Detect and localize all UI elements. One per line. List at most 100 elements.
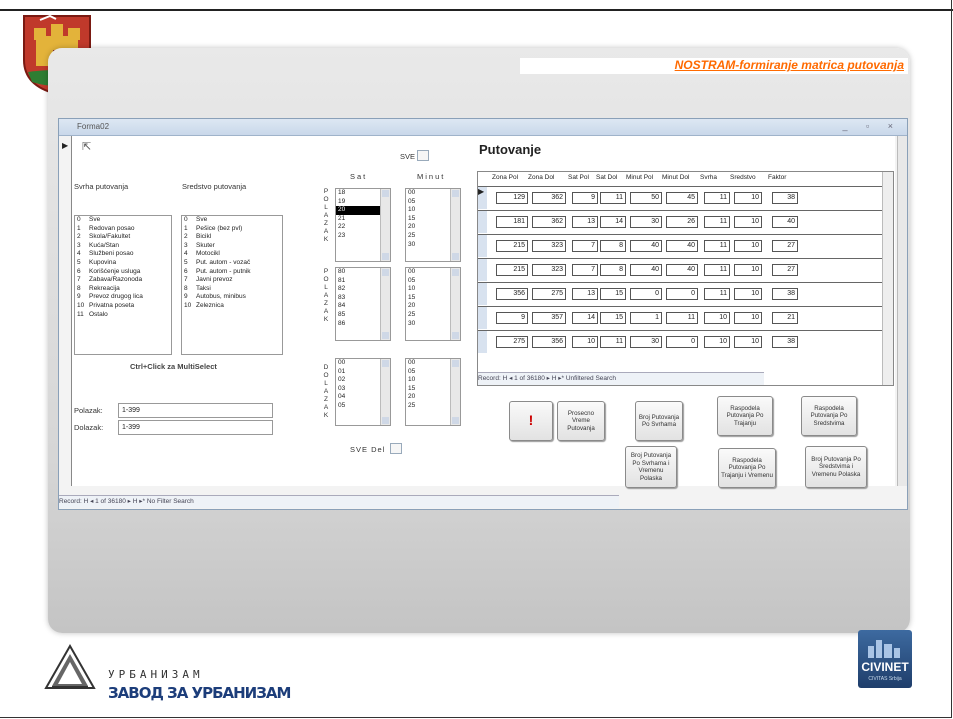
table-cell[interactable]: 13 <box>572 216 598 228</box>
table-cell[interactable]: 11 <box>666 312 698 324</box>
table-cell[interactable]: 9 <box>572 192 598 204</box>
sredstvo-listbox[interactable]: 0 Sve 1 Pešice (bez pvl) 2 Bicikl 3 Skuter 4 Moto… <box>181 215 283 355</box>
table-row[interactable]: 275 356 10 11 30 0 10 10 38 <box>478 330 883 353</box>
table-cell[interactable]: 323 <box>532 264 566 276</box>
row-selector[interactable]: ▶ <box>478 187 487 209</box>
raspodela-trajanju-button[interactable]: Raspodela Putovanja Po Trajanju <box>717 396 773 436</box>
svrha-listbox[interactable]: 0 Sve 1 Redovan posao 2 Škola/Fakultet 3 Kuća/S… <box>74 215 172 355</box>
list-item[interactable]: 7 Zabava/Razonoda <box>75 276 171 285</box>
table-cell[interactable]: 45 <box>666 192 698 204</box>
datasheet-record-nav[interactable]: Record: H ◂ 1 of 36180 ▸ H ▸* Unfiltered… <box>478 372 764 385</box>
list-item[interactable]: 2 Bicikl <box>182 233 282 242</box>
listbox-scrollbar[interactable] <box>450 189 460 261</box>
table-cell[interactable]: 7 <box>572 240 598 252</box>
table-cell[interactable]: 11 <box>704 240 730 252</box>
table-cell[interactable]: 0 <box>666 336 698 348</box>
table-cell[interactable]: 10 <box>734 264 762 276</box>
list-item[interactable]: 11 Ostalo <box>75 311 171 320</box>
column-header[interactable]: Svrha <box>700 174 717 181</box>
list-item[interactable]: 5 Put. autom - vozač <box>182 259 282 268</box>
table-cell[interactable]: 40 <box>666 264 698 276</box>
table-cell[interactable]: 215 <box>496 264 528 276</box>
table-cell[interactable]: 362 <box>532 216 566 228</box>
table-cell[interactable]: 10 <box>704 336 730 348</box>
list-item[interactable]: 2 Škola/Fakultet <box>75 233 171 242</box>
row-selector[interactable] <box>478 331 487 353</box>
broj-svrhama-vreme-button[interactable]: Broj Putovanja Po Svrhama i Vremenu Pola… <box>625 446 677 488</box>
sat-pol-listbox[interactable]: 18 19 20 21 22 23 <box>335 188 391 262</box>
row-selector[interactable] <box>478 259 487 281</box>
table-cell[interactable]: 0 <box>630 288 662 300</box>
table-row[interactable]: 356 275 13 15 0 0 11 10 38 <box>478 282 883 305</box>
table-row[interactable]: 215 323 7 8 40 40 11 10 27 <box>478 234 883 257</box>
list-item[interactable]: 9 Autobus, minibus <box>182 293 282 302</box>
column-header[interactable]: Faktor <box>768 174 786 181</box>
list-item[interactable]: 1 Pešice (bez pvl) <box>182 225 282 234</box>
row-selector[interactable] <box>478 235 487 257</box>
column-header[interactable]: Zona Pol <box>492 174 518 181</box>
list-item[interactable]: 1 Redovan posao <box>75 225 171 234</box>
column-header[interactable]: Minut Dol <box>662 174 689 181</box>
listbox-scrollbar[interactable] <box>380 268 390 340</box>
table-cell[interactable]: 50 <box>630 192 662 204</box>
slide-title[interactable]: NOSTRAM-formiranje matrica putovanja <box>675 58 904 72</box>
row-selector[interactable] <box>478 307 487 329</box>
row-selector[interactable] <box>478 283 487 305</box>
table-cell[interactable]: 323 <box>532 240 566 252</box>
table-cell[interactable]: 15 <box>600 312 626 324</box>
table-cell[interactable]: 14 <box>572 312 598 324</box>
table-cell[interactable]: 10 <box>734 192 762 204</box>
list-item[interactable]: 9 Prevoz drugog lica <box>75 293 171 302</box>
table-cell[interactable]: 1 <box>630 312 662 324</box>
table-cell[interactable]: 38 <box>772 288 798 300</box>
polazak-input[interactable]: 1-399 <box>118 403 273 418</box>
table-cell[interactable]: 40 <box>666 240 698 252</box>
table-cell[interactable]: 27 <box>772 264 798 276</box>
table-cell[interactable]: 11 <box>704 192 730 204</box>
listbox-scrollbar[interactable] <box>450 359 460 425</box>
table-cell[interactable]: 8 <box>600 264 626 276</box>
table-cell[interactable]: 27 <box>772 240 798 252</box>
list-item[interactable]: 4 Motocikl <box>182 250 282 259</box>
list-item[interactable]: 6 Korišćenje usluga <box>75 268 171 277</box>
listbox-scrollbar[interactable] <box>380 189 390 261</box>
table-cell[interactable]: 15 <box>600 288 626 300</box>
table-cell[interactable]: 40 <box>630 240 662 252</box>
list-item[interactable]: 0 Sve <box>75 216 171 225</box>
table-cell[interactable]: 181 <box>496 216 528 228</box>
table-cell[interactable]: 10 <box>734 240 762 252</box>
list-item[interactable]: 4 Službeni posao <box>75 250 171 259</box>
minut-pol-listbox[interactable]: 00 05 10 15 20 25 30 <box>405 188 461 262</box>
column-header[interactable]: Sredstvo <box>730 174 756 181</box>
table-cell[interactable]: 10 <box>734 216 762 228</box>
table-cell[interactable]: 14 <box>600 216 626 228</box>
window-controls[interactable]: _ ▫ × <box>843 121 901 131</box>
form-record-nav[interactable]: Record: H ◂ 1 of 36180 ▸ H ▸* No Filter … <box>59 495 619 508</box>
broj-sredstva-vreme-button[interactable]: Broj Putovanja Po Sredstvima i Vremenu P… <box>805 446 867 488</box>
table-cell[interactable]: 10 <box>704 312 730 324</box>
list-item[interactable]: 3 Kuća/Stan <box>75 242 171 251</box>
table-cell[interactable]: 8 <box>600 240 626 252</box>
form-scrollbar[interactable] <box>897 136 907 486</box>
table-cell[interactable]: 7 <box>572 264 598 276</box>
table-cell[interactable]: 11 <box>600 336 626 348</box>
minut-dol-listbox[interactable]: 00 05 10 15 20 25 <box>405 358 461 426</box>
table-cell[interactable]: 38 <box>772 336 798 348</box>
table-cell[interactable]: 30 <box>630 336 662 348</box>
datasheet-scrollbar[interactable] <box>882 172 893 385</box>
raspodela-sredstvima-button[interactable]: Raspodela Putovanja Po Sredstvima <box>801 396 857 436</box>
table-cell[interactable]: 26 <box>666 216 698 228</box>
table-cell[interactable]: 13 <box>572 288 598 300</box>
listbox-scrollbar[interactable] <box>380 359 390 425</box>
prosecno-vreme-button[interactable]: Prosecno Vreme Putovanja <box>557 401 605 441</box>
list-item[interactable]: 8 Rekreacija <box>75 285 171 294</box>
list-item[interactable]: 0 Sve <box>182 216 282 225</box>
table-cell[interactable]: 40 <box>630 264 662 276</box>
sve-del-checkbox[interactable] <box>390 443 402 454</box>
table-cell[interactable]: 11 <box>704 264 730 276</box>
table-cell[interactable]: 10 <box>734 336 762 348</box>
table-cell[interactable]: 362 <box>532 192 566 204</box>
table-cell[interactable]: 21 <box>772 312 798 324</box>
list-item[interactable]: 3 Skuter <box>182 242 282 251</box>
table-cell[interactable]: 215 <box>496 240 528 252</box>
